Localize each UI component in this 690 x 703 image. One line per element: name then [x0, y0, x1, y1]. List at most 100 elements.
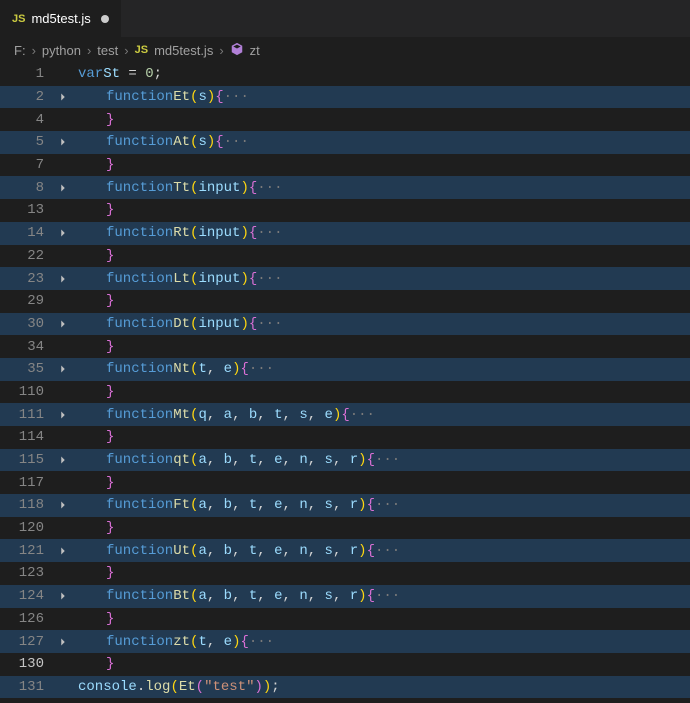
line-number[interactable]: 8	[0, 176, 50, 199]
code-line[interactable]: 111 function Mt(q, a, b, t, s, e) {···	[0, 403, 690, 426]
line-number[interactable]: 4	[0, 108, 50, 131]
code-line[interactable]: 35 function Nt(t, e) {···	[0, 358, 690, 381]
code-content[interactable]: }	[76, 471, 690, 494]
line-number[interactable]: 111	[0, 403, 50, 426]
code-line[interactable]: 23 function Lt(input) {···	[0, 267, 690, 290]
code-line[interactable]: 110}	[0, 381, 690, 404]
line-number[interactable]: 2	[0, 86, 50, 109]
code-line[interactable]: 121 function Ut(a, b, t, e, n, s, r) {···	[0, 539, 690, 562]
code-line[interactable]: 34}	[0, 335, 690, 358]
breadcrumb-segment[interactable]: test	[97, 43, 118, 58]
fold-toggle-icon[interactable]	[50, 358, 76, 381]
line-number[interactable]: 130	[0, 653, 50, 676]
line-number[interactable]: 35	[0, 358, 50, 381]
code-line[interactable]: 114}	[0, 426, 690, 449]
line-number[interactable]: 123	[0, 562, 50, 585]
fold-toggle-icon[interactable]	[50, 176, 76, 199]
code-content[interactable]: function Bt(a, b, t, e, n, s, r) {···	[76, 585, 690, 608]
code-line[interactable]: 5 function At(s) {···	[0, 131, 690, 154]
code-content[interactable]: function Mt(q, a, b, t, s, e) {···	[76, 403, 690, 426]
code-content[interactable]: function Et(s) {···	[76, 86, 690, 109]
breadcrumb-segment[interactable]: python	[42, 43, 81, 58]
line-number[interactable]: 126	[0, 608, 50, 631]
code-content[interactable]: function Ft(a, b, t, e, n, s, r) {···	[76, 494, 690, 517]
code-content[interactable]: function Lt(input) {···	[76, 267, 690, 290]
code-content[interactable]: function Nt(t, e) {···	[76, 358, 690, 381]
line-number[interactable]: 120	[0, 517, 50, 540]
editor-tab[interactable]: JS md5test.js	[0, 0, 122, 37]
code-content[interactable]: }	[76, 245, 690, 268]
code-line[interactable]: 2 function Et(s) {···	[0, 86, 690, 109]
code-line[interactable]: 7}	[0, 154, 690, 177]
line-number[interactable]: 23	[0, 267, 50, 290]
line-number[interactable]: 124	[0, 585, 50, 608]
fold-toggle-icon[interactable]	[50, 222, 76, 245]
line-number[interactable]: 13	[0, 199, 50, 222]
line-number[interactable]: 118	[0, 494, 50, 517]
line-number[interactable]: 114	[0, 426, 50, 449]
code-content[interactable]: function Dt(input) {···	[76, 313, 690, 336]
fold-toggle-icon[interactable]	[50, 539, 76, 562]
code-line[interactable]: 14 function Rt(input) {···	[0, 222, 690, 245]
line-number[interactable]: 127	[0, 630, 50, 653]
line-number[interactable]: 30	[0, 313, 50, 336]
line-number[interactable]: 14	[0, 222, 50, 245]
code-line[interactable]: 130}	[0, 653, 690, 676]
code-content[interactable]: }	[76, 381, 690, 404]
code-line[interactable]: 131 console.log(Et("test"));	[0, 676, 690, 699]
code-content[interactable]: }	[76, 290, 690, 313]
fold-toggle-icon[interactable]	[50, 131, 76, 154]
line-number[interactable]: 115	[0, 449, 50, 472]
code-line[interactable]: 30 function Dt(input) {···	[0, 313, 690, 336]
fold-toggle-icon[interactable]	[50, 494, 76, 517]
code-content[interactable]: console.log(Et("test"));	[76, 676, 690, 699]
code-content[interactable]: function Ut(a, b, t, e, n, s, r) {···	[76, 539, 690, 562]
code-line[interactable]: 120}	[0, 517, 690, 540]
breadcrumb-file[interactable]: md5test.js	[154, 43, 213, 58]
line-number[interactable]: 110	[0, 381, 50, 404]
code-line[interactable]: 117}	[0, 471, 690, 494]
code-content[interactable]: function qt(a, b, t, e, n, s, r) {···	[76, 449, 690, 472]
code-content[interactable]: }	[76, 653, 690, 676]
code-line[interactable]: 123}	[0, 562, 690, 585]
line-number[interactable]: 7	[0, 154, 50, 177]
line-number[interactable]: 5	[0, 131, 50, 154]
code-line[interactable]: 124 function Bt(a, b, t, e, n, s, r) {···	[0, 585, 690, 608]
breadcrumb-segment[interactable]: F:	[14, 43, 26, 58]
code-line[interactable]: 13}	[0, 199, 690, 222]
line-number[interactable]: 131	[0, 676, 50, 699]
code-line[interactable]: 118 function Ft(a, b, t, e, n, s, r) {···	[0, 494, 690, 517]
line-number[interactable]: 34	[0, 335, 50, 358]
code-line[interactable]: 22}	[0, 245, 690, 268]
code-line[interactable]: 8 function Tt(input) {···	[0, 176, 690, 199]
code-line[interactable]: 29}	[0, 290, 690, 313]
fold-toggle-icon[interactable]	[50, 86, 76, 109]
code-content[interactable]: function Tt(input) {···	[76, 176, 690, 199]
code-content[interactable]: }	[76, 335, 690, 358]
fold-toggle-icon[interactable]	[50, 403, 76, 426]
line-number[interactable]: 1	[0, 63, 50, 86]
line-number[interactable]: 29	[0, 290, 50, 313]
code-content[interactable]: function At(s) {···	[76, 131, 690, 154]
code-content[interactable]: }	[76, 517, 690, 540]
code-content[interactable]: function zt(t, e) {···	[76, 630, 690, 653]
code-content[interactable]: function Rt(input) {···	[76, 222, 690, 245]
fold-toggle-icon[interactable]	[50, 449, 76, 472]
code-content[interactable]: }	[76, 608, 690, 631]
breadcrumb-symbol[interactable]: zt	[250, 43, 260, 58]
code-line[interactable]: 1var St = 0;	[0, 63, 690, 86]
code-line[interactable]: 115 function qt(a, b, t, e, n, s, r) {···	[0, 449, 690, 472]
fold-toggle-icon[interactable]	[50, 267, 76, 290]
line-number[interactable]: 22	[0, 245, 50, 268]
code-line[interactable]: 126}	[0, 608, 690, 631]
line-number[interactable]: 117	[0, 471, 50, 494]
code-content[interactable]: }	[76, 154, 690, 177]
breadcrumb[interactable]: F: › python › test › JS md5test.js › zt	[0, 37, 690, 63]
code-content[interactable]: }	[76, 108, 690, 131]
code-line[interactable]: 127 function zt(t, e) {···	[0, 630, 690, 653]
fold-toggle-icon[interactable]	[50, 630, 76, 653]
code-editor[interactable]: 1var St = 0;2 function Et(s) {··· 4} 5 funct…	[0, 63, 690, 698]
line-number[interactable]: 121	[0, 539, 50, 562]
code-content[interactable]: }	[76, 562, 690, 585]
code-content[interactable]: }	[76, 426, 690, 449]
